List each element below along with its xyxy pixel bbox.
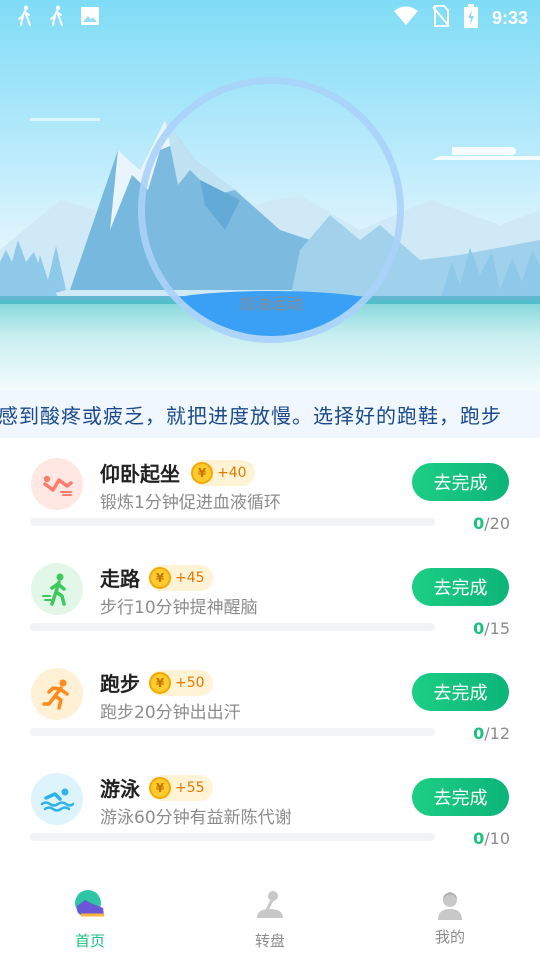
user-icon [433,888,467,922]
status-bar: 9:33 [0,0,540,36]
nav-label: 转盘 [254,932,285,950]
status-time: 9:33 [491,7,528,28]
task-count: 0/20 [473,514,510,533]
tips-marquee-text: 感到酸疼或疲乏，就把进度放慢。选择好的跑鞋，跑步 [0,404,502,428]
reward-badge: ¥ +50 [149,670,213,696]
task-description: 步行10分钟提神醒脑 [100,598,258,618]
go-complete-button[interactable]: 去完成 [412,463,509,501]
ring-label: 加油运动 [238,294,303,313]
task-count: 0/15 [473,619,510,638]
task-progress-bar [30,518,435,526]
task-progress-bar [30,833,435,841]
reward-amount: +45 [175,570,205,586]
go-complete-button[interactable]: 去完成 [412,778,509,816]
wifi-icon [393,6,418,30]
task-count-done: 0 [473,514,485,533]
task-item-running: 跑步 ¥ +50 跑步20分钟出出汗 去完成 0/12 [0,650,540,755]
coin-icon: ¥ [149,567,171,589]
task-count-done: 0 [473,724,485,743]
task-description: 游泳60分钟有益新陈代谢 [100,808,292,828]
task-item-walking: 走路 ¥ +45 步行10分钟提神醒脑 去完成 0/15 [0,545,540,650]
walking-person-icon [48,5,66,31]
walking-icon [31,563,83,615]
task-count-total: /10 [484,829,510,848]
task-title: 游泳 [100,777,140,801]
go-complete-button[interactable]: 去完成 [412,673,509,711]
task-progress-bar [30,728,435,736]
task-title: 走路 [100,567,140,591]
coin-icon: ¥ [191,462,213,484]
go-complete-button[interactable]: 去完成 [412,568,509,606]
task-description: 跑步20分钟出出汗 [100,703,241,723]
reward-badge: ¥ +40 [191,460,255,486]
task-count-total: /20 [484,514,510,533]
situp-icon [31,458,83,510]
task-count: 0/12 [473,724,510,743]
joystick-icon [253,888,287,922]
nav-label: 我的 [434,928,465,946]
no-sim-icon [432,5,450,31]
swimming-icon [31,773,83,825]
walking-person-icon [16,5,34,31]
reward-badge: ¥ +55 [149,775,213,801]
task-count-total: /15 [484,619,510,638]
reward-amount: +55 [175,780,205,796]
task-count: 0/10 [473,829,510,848]
task-item-swimming: 游泳 ¥ +55 游泳60分钟有益新陈代谢 去完成 0/10 [0,755,540,860]
bottom-nav: 首页 转盘 我的 [0,880,540,960]
task-count-done: 0 [473,829,485,848]
task-progress-bar [30,623,435,631]
task-description: 锻炼1分钟促进血液循环 [100,493,281,513]
reward-badge: ¥ +45 [149,565,213,591]
coin-icon: ¥ [149,777,171,799]
task-count-total: /12 [484,724,510,743]
image-icon [80,6,100,30]
nav-item-wheel[interactable]: 转盘 [180,880,360,960]
running-icon [31,668,83,720]
reward-amount: +40 [217,465,247,481]
reward-amount: +50 [175,675,205,691]
task-title: 跑步 [100,672,140,696]
nav-label: 首页 [74,932,105,950]
tips-marquee: 感到酸疼或疲乏，就把进度放慢。选择好的跑鞋，跑步 [0,390,540,438]
sneaker-icon [73,888,107,922]
coin-icon: ¥ [149,672,171,694]
hero-banner: 9:33 加油运动 [0,0,540,390]
task-title: 仰卧起坐 [100,462,180,486]
nav-item-profile[interactable]: 我的 [360,880,540,960]
task-item-situps: 仰卧起坐 ¥ +40 锻炼1分钟促进血液循环 去完成 0/20 [0,440,540,545]
exercise-progress-ring[interactable]: 加油运动 [138,77,404,343]
task-count-done: 0 [473,619,485,638]
nav-item-home[interactable]: 首页 [0,880,180,960]
battery-charging-icon [463,4,478,32]
